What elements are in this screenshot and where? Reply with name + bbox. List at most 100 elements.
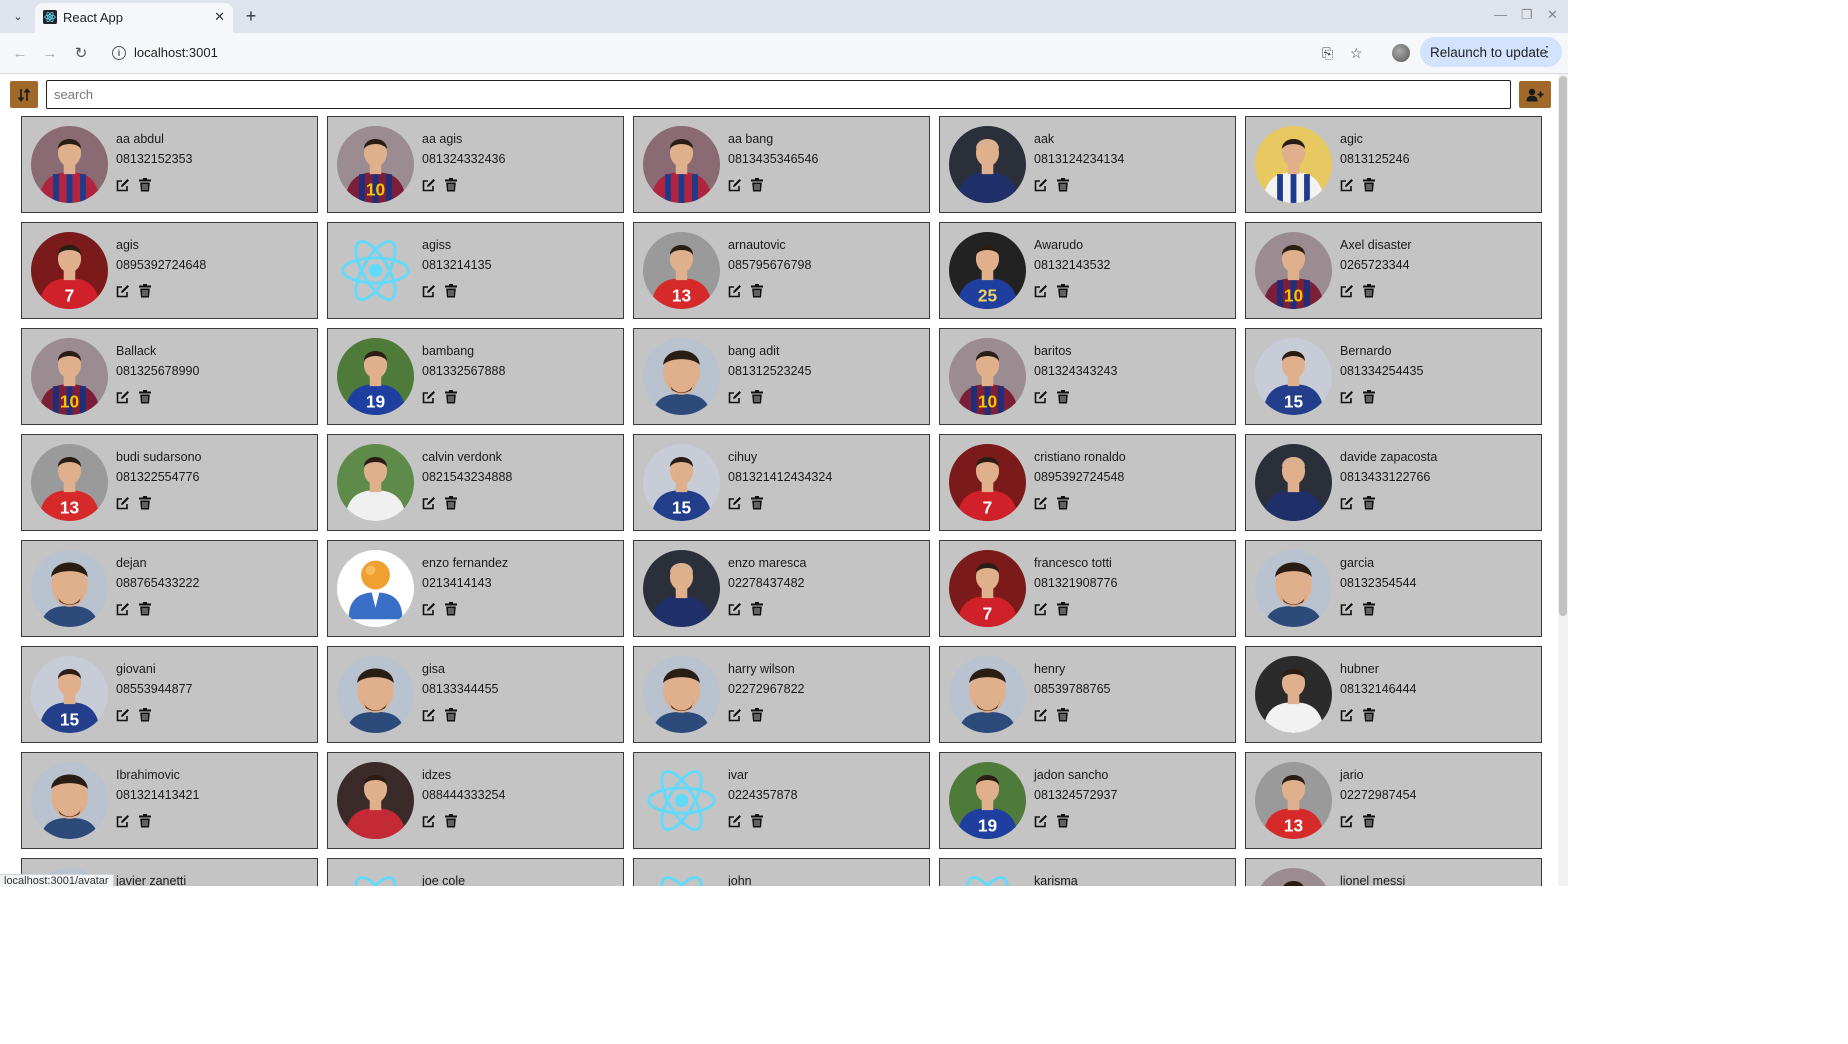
edit-icon[interactable] [728,178,742,192]
trash-icon[interactable] [750,708,764,722]
trash-icon[interactable] [1362,602,1376,616]
page-scrollbar[interactable] [1558,74,1568,886]
edit-icon[interactable] [116,390,130,404]
avatar[interactable]: 13 [31,444,108,521]
trash-icon[interactable] [1362,390,1376,404]
edit-icon[interactable] [1034,284,1048,298]
avatar[interactable] [1255,656,1332,733]
edit-icon[interactable] [1340,814,1354,828]
profile-avatar[interactable] [1392,44,1410,62]
avatar[interactable] [949,126,1026,203]
avatar[interactable] [337,656,414,733]
tab-close-icon[interactable]: ✕ [214,9,225,25]
edit-icon[interactable] [116,284,130,298]
avatar[interactable]: 15 [31,656,108,733]
edit-icon[interactable] [422,284,436,298]
avatar[interactable]: 10 [1255,232,1332,309]
edit-icon[interactable] [422,496,436,510]
avatar[interactable]: 15 [643,444,720,521]
edit-icon[interactable] [422,178,436,192]
trash-icon[interactable] [750,496,764,510]
avatar[interactable] [643,550,720,627]
minimize-icon[interactable]: — [1494,7,1507,22]
avatar[interactable]: 15 [1255,338,1332,415]
trash-icon[interactable] [138,496,152,510]
avatar[interactable] [643,868,720,886]
edit-icon[interactable] [116,708,130,722]
edit-icon[interactable] [1340,178,1354,192]
edit-icon[interactable] [1034,178,1048,192]
avatar[interactable]: 10 [31,338,108,415]
edit-icon[interactable] [1340,284,1354,298]
trash-icon[interactable] [1056,708,1070,722]
maximize-icon[interactable]: ❐ [1521,7,1533,23]
trash-icon[interactable] [138,814,152,828]
edit-icon[interactable] [1340,708,1354,722]
trash-icon[interactable] [444,178,458,192]
edit-icon[interactable] [422,602,436,616]
avatar[interactable]: 25 [949,232,1026,309]
avatar[interactable] [643,126,720,203]
edit-icon[interactable] [728,602,742,616]
trash-icon[interactable] [750,178,764,192]
edit-icon[interactable] [116,496,130,510]
avatar[interactable] [337,762,414,839]
trash-icon[interactable] [1362,814,1376,828]
trash-icon[interactable] [750,602,764,616]
reload-icon[interactable]: ↻ [71,43,91,63]
avatar[interactable] [643,762,720,839]
avatar[interactable] [31,126,108,203]
search-input[interactable] [46,80,1511,109]
trash-icon[interactable] [1362,178,1376,192]
trash-icon[interactable] [444,496,458,510]
forward-icon[interactable]: → [40,43,60,63]
avatar[interactable] [1255,444,1332,521]
edit-icon[interactable] [422,708,436,722]
trash-icon[interactable] [1056,390,1070,404]
trash-icon[interactable] [138,284,152,298]
avatar[interactable] [337,868,414,886]
trash-icon[interactable] [138,708,152,722]
edit-icon[interactable] [1340,390,1354,404]
avatar[interactable]: 7 [949,444,1026,521]
trash-icon[interactable] [1056,602,1070,616]
edit-icon[interactable] [728,284,742,298]
avatar[interactable] [337,444,414,521]
edit-icon[interactable] [116,814,130,828]
site-info-icon[interactable]: i [112,46,126,60]
avatar[interactable] [643,656,720,733]
relaunch-button[interactable]: Relaunch to update ⋮ [1420,37,1562,67]
back-icon[interactable]: ← [10,43,30,63]
trash-icon[interactable] [750,390,764,404]
edit-icon[interactable] [1034,814,1048,828]
avatar[interactable] [31,550,108,627]
more-menu-icon[interactable]: ⋮ [1540,43,1554,60]
avatar[interactable] [643,338,720,415]
trash-icon[interactable] [138,602,152,616]
edit-icon[interactable] [728,390,742,404]
trash-icon[interactable] [138,390,152,404]
scrollbar-thumb[interactable] [1559,76,1567,616]
new-tab-icon[interactable]: + [240,5,262,27]
address-bar[interactable]: i localhost:3001 ⎘ ☆ [104,39,1374,67]
avatar[interactable] [1255,550,1332,627]
sort-button[interactable] [10,81,38,108]
avatar[interactable]: 10 [1255,868,1332,886]
trash-icon[interactable] [444,284,458,298]
edit-icon[interactable] [116,178,130,192]
avatar[interactable]: 7 [31,232,108,309]
window-close-icon[interactable]: ✕ [1547,7,1558,23]
edit-icon[interactable] [1034,496,1048,510]
avatar[interactable]: 10 [949,338,1026,415]
edit-icon[interactable] [728,496,742,510]
avatar[interactable] [337,232,414,309]
edit-icon[interactable] [1034,708,1048,722]
edit-icon[interactable] [1340,602,1354,616]
trash-icon[interactable] [444,602,458,616]
edit-icon[interactable] [728,708,742,722]
avatar[interactable]: 10 [337,126,414,203]
trash-icon[interactable] [1056,178,1070,192]
edit-icon[interactable] [116,602,130,616]
trash-icon[interactable] [1362,708,1376,722]
avatar[interactable]: 13 [1255,762,1332,839]
